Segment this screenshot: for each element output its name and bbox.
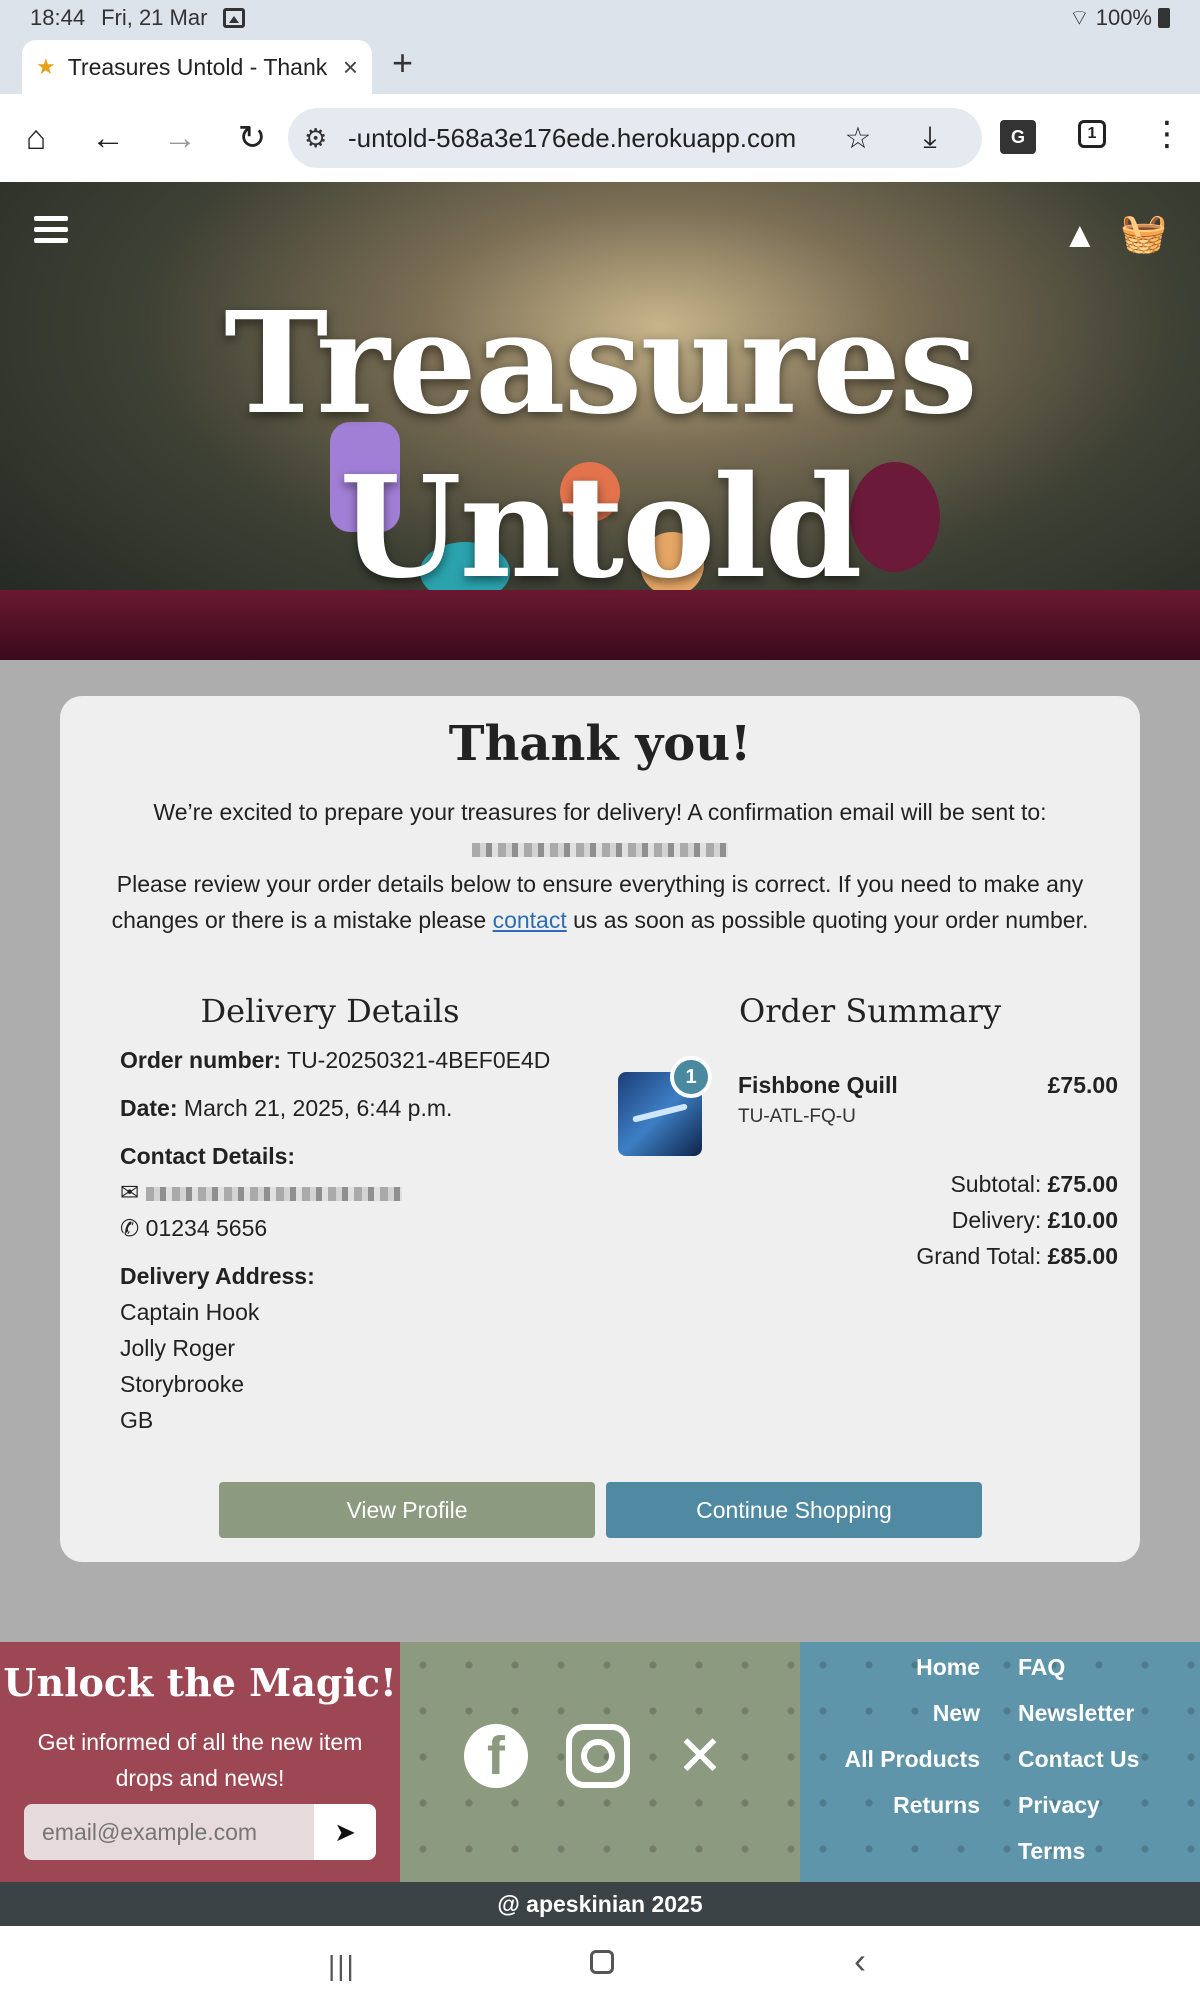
wizard-hat-account-icon[interactable]: ▲ [1062,214,1098,256]
newsletter-text: Get informed of all the new item drops a… [37,1729,363,1791]
browser-tab[interactable]: ★ Treasures Untold - Thank × [22,40,372,94]
site-footer: Unlock the Magic! Get informed of all th… [0,1642,1200,1882]
product-name: Fishbone Quill [738,1072,898,1098]
reload-icon[interactable]: ↻ [216,102,288,174]
grand-total-row: Grand Total: £85.00 [916,1243,1118,1269]
order-line-item: 1 Fishbone Quill TU-ATL-FQ-U £75.00 [618,1056,1118,1156]
site-settings-icon[interactable]: ⚙ [304,123,348,154]
page-title: Thank you! [448,716,752,772]
delivery-address-label: Delivery Address: [120,1263,315,1289]
order-totals: Subtotal: £75.00 Delivery: £10.00 Grand … [916,1166,1118,1274]
recent-apps-icon[interactable]: ||| [328,1950,356,1982]
order-number: Order number: TU-20250321-4BEF0E4D [120,1047,551,1073]
close-tab-icon[interactable]: × [343,52,358,83]
url-text[interactable]: -untold-568a3e176ede.herokuapp.com [348,123,822,154]
bookmark-star-icon[interactable]: ☆ [822,121,894,156]
footer-link-faq[interactable]: FAQ [1018,1654,1065,1681]
footer-link-contact-us[interactable]: Contact Us [1018,1746,1139,1773]
address-line: Captain Hook [120,1299,260,1325]
footer-link-newsletter[interactable]: Newsletter [1018,1700,1134,1727]
contact-phone: ✆ 01234 5656 [120,1215,268,1241]
date: Fri, 21 Mar [101,5,208,30]
intro-line-1: We’re excited to prepare your treasures … [153,799,1047,825]
copyright-bar: @ apeskinian 2025 [0,1882,1200,1926]
footer-link-privacy[interactable]: Privacy [1018,1792,1100,1819]
download-icon[interactable]: ⤓ [894,121,966,155]
system-navigation-bar: ||| ‹ [0,1926,1200,2000]
contact-link[interactable]: contact [493,907,567,933]
clock: 18:44 [30,5,86,30]
footer-link-returns[interactable]: Returns [800,1792,980,1819]
delivery-row: Delivery: £10.00 [951,1207,1118,1233]
address-line: GB [120,1407,154,1433]
contact-email: ✉ [120,1174,402,1210]
x-twitter-icon[interactable]: ✕ [668,1724,732,1789]
footer-link-all-products[interactable]: All Products [800,1746,980,1773]
footer-links-section: Home New All Products Returns FAQ Newsle… [800,1642,1200,1882]
address-line: Storybrooke [120,1371,245,1397]
favicon-icon: ★ [36,54,56,79]
home-icon[interactable]: ⌂ [0,102,72,174]
status-bar: 18:44 Fri, 21 Mar ⌔ 100% [0,0,1200,36]
quantity-badge: 1 [670,1056,712,1098]
send-icon[interactable]: ➤ [314,1804,376,1860]
newsletter-section: Unlock the Magic! Get informed of all th… [0,1642,400,1882]
newsletter-title: Unlock the Magic! [3,1660,397,1705]
facebook-icon[interactable]: f [464,1724,528,1788]
address-bar[interactable]: ⚙ -untold-568a3e176ede.herokuapp.com ☆ ⤓ [288,108,982,168]
footer-link-new[interactable]: New [800,1700,980,1727]
hero-banner: ▲ 🧺 Treasures Untold [0,182,1200,660]
intro-line-2: Please review your order details below t… [111,871,1089,933]
contact-details-label: Contact Details: [120,1143,296,1169]
continue-shopping-button[interactable]: Continue Shopping [606,1482,982,1538]
site-logo[interactable]: Treasures Untold [0,282,1200,610]
delivery-details-heading: Delivery Details [200,992,460,1030]
basket-icon[interactable]: 🧺 [1120,212,1167,256]
wifi-icon: ⌔ [1069,5,1090,30]
battery-icon [1158,8,1170,28]
battery-level: 100% [1095,5,1152,30]
subtotal-row: Subtotal: £75.00 [950,1171,1118,1197]
intro-text: We’re excited to prepare your treasures … [80,794,1120,938]
tab-title: Treasures Untold - Thank [67,53,328,80]
view-profile-button[interactable]: View Profile [219,1482,595,1538]
tab-count-button[interactable]: 1 [1078,120,1106,148]
back-icon[interactable]: ← [72,102,144,174]
product-sku: TU-ATL-FQ-U [738,1106,856,1127]
phone-icon: ✆ [120,1215,140,1241]
product-price: £75.00 [1047,1072,1118,1098]
address-line: Jolly Roger [120,1335,236,1361]
social-section: f ✕ [400,1642,800,1882]
order-summary-heading: Order Summary [738,992,1002,1030]
translate-icon[interactable]: G [1000,120,1036,154]
forward-icon[interactable]: → [144,102,216,174]
footer-link-terms[interactable]: Terms [1018,1838,1085,1865]
hamburger-menu-icon[interactable] [34,216,68,244]
tab-strip: ★ Treasures Untold - Thank × + [0,36,1200,94]
back-gesture-icon[interactable]: ‹ [854,1940,866,1982]
redacted-contact-email [145,1186,402,1201]
order-confirmation-card: Thank you! We’re excited to prepare your… [60,696,1140,1562]
footer-link-home[interactable]: Home [800,1654,980,1681]
home-button-icon[interactable] [590,1950,614,1974]
newsletter-email-input[interactable] [24,1804,314,1860]
redacted-email [472,842,728,857]
image-notification-icon [223,8,246,28]
browser-toolbar: ⌂ ← → ↻ ⚙ -untold-568a3e176ede.herokuapp… [0,94,1200,182]
envelope-icon: ✉ [120,1179,140,1205]
instagram-icon[interactable] [566,1724,630,1788]
order-date: Date: March 21, 2025, 6:44 p.m. [120,1095,453,1121]
new-tab-icon[interactable]: + [392,42,413,84]
menu-dots-icon[interactable]: ⋮ [1150,114,1184,154]
